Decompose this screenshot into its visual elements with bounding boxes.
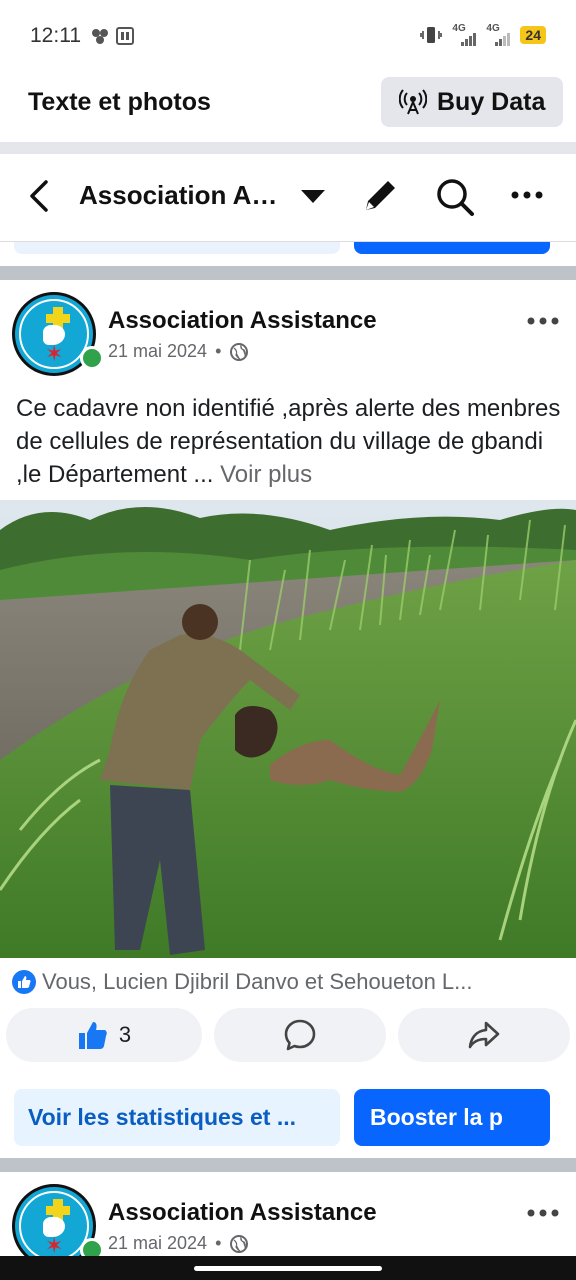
app-notification-icon <box>92 29 108 44</box>
post-more-icon-2[interactable] <box>526 1207 560 1219</box>
page-name-title[interactable]: Association Assistance <box>79 180 289 211</box>
broadcast-icon <box>399 89 427 115</box>
app-badge-icon <box>116 27 134 45</box>
previous-stats-button-peek[interactable] <box>14 242 340 254</box>
buy-data-label: Buy Data <box>437 87 546 116</box>
view-insights-label: Voir les statistiques et ... <box>28 1104 296 1130</box>
like-count: 3 <box>118 1022 132 1047</box>
post-divider <box>0 266 576 280</box>
meta-separator-2: • <box>215 1233 222 1253</box>
share-button[interactable] <box>398 1008 570 1062</box>
dropdown-caret-icon[interactable] <box>300 188 326 204</box>
comment-button[interactable] <box>214 1008 386 1062</box>
like-reaction-icon <box>12 970 36 994</box>
more-icon[interactable] <box>510 190 544 200</box>
share-icon <box>468 1021 500 1049</box>
globe-icon <box>230 1234 249 1253</box>
signal-2-icon: 4G <box>486 24 511 46</box>
boost-post-button[interactable]: Booster la p <box>354 1089 550 1146</box>
globe-icon <box>230 342 249 361</box>
like-button[interactable]: 3 <box>6 1008 202 1062</box>
pencil-icon[interactable] <box>360 176 400 216</box>
boost-post-label: Booster la p <box>370 1104 503 1130</box>
reactions-names: Vous, Lucien Djibril Danvo et Sehoueton … <box>42 969 473 994</box>
signal-1-icon: 4G <box>452 24 477 46</box>
search-icon[interactable] <box>434 176 476 218</box>
post-text: Ce cadavre non identifié ,après alerte d… <box>16 392 564 491</box>
post-meta: 21 mai 2024 • <box>108 341 249 362</box>
status-right-icons: 4G 4G 24 <box>420 24 546 46</box>
battery-indicator: 24 <box>520 26 546 44</box>
home-gesture-handle[interactable] <box>194 1266 382 1271</box>
thumbs-up-icon <box>78 1022 107 1049</box>
status-time: 12:11 <box>30 24 81 47</box>
see-more-link[interactable]: Voir plus <box>220 461 312 488</box>
back-arrow-icon[interactable] <box>24 176 54 216</box>
post-date[interactable]: 21 mai 2024 <box>108 341 207 362</box>
section-divider <box>0 142 576 154</box>
vibrate-icon <box>420 27 443 43</box>
reactions-summary[interactable]: Vous, Lucien Djibril Danvo et Sehoueton … <box>12 966 568 998</box>
online-status-dot <box>80 346 104 370</box>
status-bar: 12:11 4G 4G 24 <box>0 0 576 72</box>
post-meta-2: 21 mai 2024 • <box>108 1233 249 1254</box>
composer-title: Texte et photos <box>28 88 211 116</box>
buy-data-button[interactable]: Buy Data <box>381 77 563 127</box>
post-more-icon[interactable] <box>526 315 560 327</box>
post-author[interactable]: Association Assistance <box>108 307 377 335</box>
post-divider-2 <box>0 1158 576 1172</box>
previous-boost-button-peek[interactable] <box>354 242 550 254</box>
post-date-2[interactable]: 21 mai 2024 <box>108 1233 207 1254</box>
post-photo[interactable] <box>0 500 576 958</box>
photo-scene <box>0 500 576 958</box>
meta-separator: • <box>215 341 222 361</box>
comment-icon <box>284 1019 316 1051</box>
view-insights-button[interactable]: Voir les statistiques et ... <box>14 1089 340 1146</box>
status-left-icons <box>90 26 134 46</box>
post-author-2[interactable]: Association Assistance <box>108 1199 377 1227</box>
page-header: Association Assistance <box>0 154 576 242</box>
